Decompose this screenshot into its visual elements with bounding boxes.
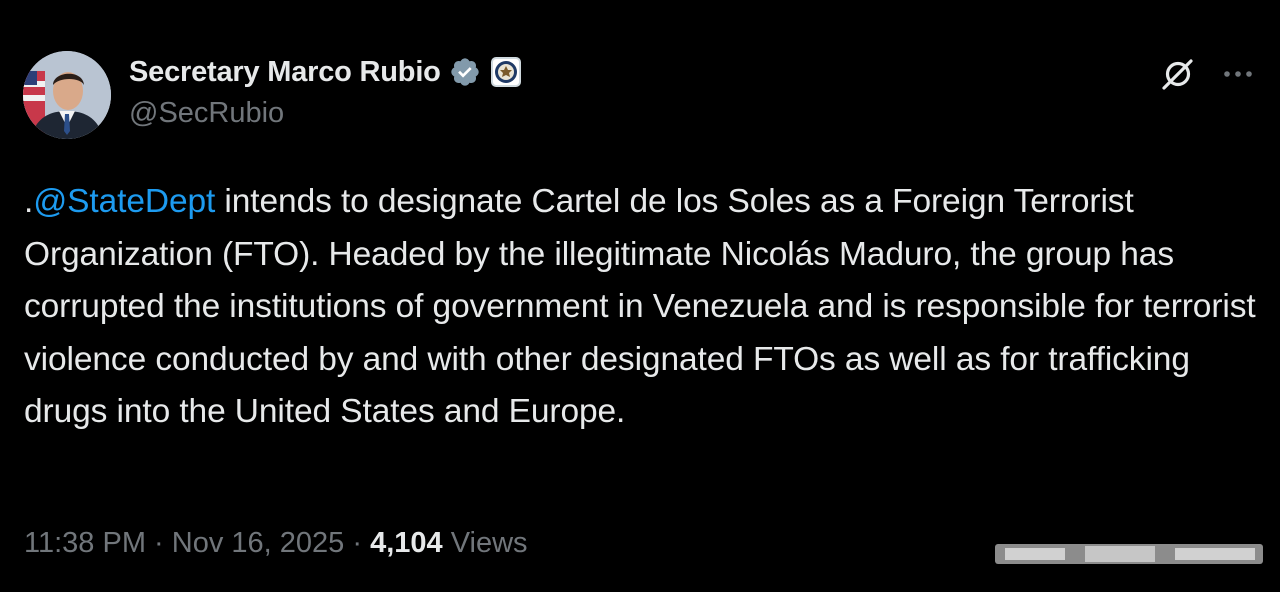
state-department-seal-icon[interactable]	[490, 57, 521, 87]
tweet-prefix: .	[24, 183, 34, 220]
author-name-row: Secretary Marco Rubio	[129, 52, 521, 92]
views-count: 4,104	[370, 526, 443, 559]
watermark	[995, 536, 1263, 570]
avatar[interactable]	[23, 51, 111, 139]
tweet-date[interactable]: Nov 16, 2025	[172, 527, 345, 560]
more-options-icon[interactable]	[1222, 67, 1254, 79]
tweet-time[interactable]: 11:38 PM	[24, 527, 146, 560]
grok-icon[interactable]	[1160, 56, 1196, 92]
tweet-meta: 11:38 PM · Nov 16, 2025 · 4,104 Views	[24, 521, 528, 565]
views-label: Views	[442, 526, 528, 559]
tweet-text: .@StateDept intends to designate Cartel …	[24, 176, 1264, 439]
mention-link[interactable]: @StateDept	[33, 183, 215, 220]
verified-badge-icon	[449, 56, 481, 88]
author-handle[interactable]: @SecRubio	[129, 97, 284, 130]
meta-separator: ·	[145, 526, 172, 559]
tweet-card: Secretary Marco Rubio @SecRubio .@StateD…	[0, 0, 1280, 592]
author-display-name[interactable]: Secretary Marco Rubio	[129, 56, 441, 89]
tweet-body: intends to designate Cartel de los Soles…	[24, 183, 1256, 430]
meta-separator: ·	[344, 526, 371, 559]
